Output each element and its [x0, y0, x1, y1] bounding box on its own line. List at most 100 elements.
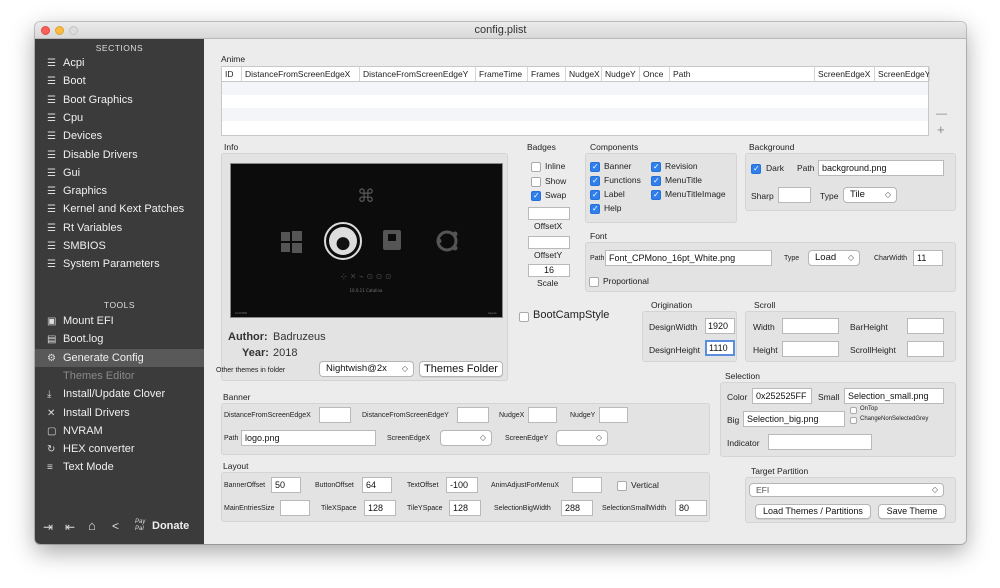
buttonoffset-field[interactable]: 64	[362, 477, 392, 493]
home-icon[interactable]: ⌂	[88, 518, 96, 533]
proportional-checkbox[interactable]	[589, 277, 599, 287]
sidebar-item-disable-drivers[interactable]: ☰ Disable Drivers	[47, 146, 138, 164]
inline-checkbox[interactable]	[531, 162, 541, 172]
title-bar[interactable]: config.plist	[35, 22, 966, 39]
banneroffset-field[interactable]: 50	[271, 477, 301, 493]
sharp-field[interactable]	[778, 187, 811, 203]
sidebar-item-boot-graphics[interactable]: ☰ Boot Graphics	[47, 91, 133, 109]
sidebar-item-boot-log[interactable]: ▤ Boot.log	[47, 330, 103, 348]
change-grey-checkbox[interactable]	[850, 417, 857, 424]
table-row[interactable]	[222, 108, 928, 121]
dark-checkbox[interactable]	[751, 164, 761, 174]
barheight-field[interactable]	[907, 318, 944, 334]
selbig-field[interactable]: 288	[561, 500, 593, 516]
sel-small-field[interactable]: Selection_small.png	[844, 388, 944, 404]
column-header[interactable]: DistanceFromScreenEdgeX	[242, 67, 360, 81]
sidebar-item-rt-variables[interactable]: ☰ Rt Variables	[47, 219, 122, 237]
scale-field[interactable]: 16	[528, 264, 570, 277]
tilex-field[interactable]: 128	[364, 500, 396, 516]
font-type-select[interactable]: Load ◇	[808, 250, 860, 266]
column-header[interactable]: Path	[670, 67, 815, 81]
sidebar-item-graphics[interactable]: ☰ Graphics	[47, 182, 107, 200]
add-row-button[interactable]: +	[937, 122, 945, 137]
component-checkbox[interactable]	[590, 176, 600, 186]
tiley-field[interactable]: 128	[449, 500, 481, 516]
scrollheight-field[interactable]	[907, 341, 944, 357]
sidebar-item-smbios[interactable]: ☰ SMBIOS	[47, 237, 106, 255]
sidebar-item-cpu[interactable]: ☰ Cpu	[47, 109, 83, 127]
component-checkbox[interactable]	[651, 162, 661, 172]
partition-select[interactable]: EFI ◇	[749, 483, 944, 497]
sidebar-item-gui[interactable]: ☰ Gui	[47, 164, 80, 182]
component-checkbox[interactable]	[590, 162, 600, 172]
sidebar-item-mount-efi[interactable]: ▣ Mount EFI	[47, 312, 114, 330]
banner-dx-field[interactable]	[319, 407, 351, 423]
charwidth-field[interactable]: 11	[913, 250, 943, 266]
sidebar-item-kernel-and-kext-patches[interactable]: ☰ Kernel and Kext Patches	[47, 200, 184, 218]
column-header[interactable]: FrameTime	[476, 67, 528, 81]
close-button[interactable]	[41, 26, 50, 35]
save-theme-button[interactable]: Save Theme	[878, 504, 946, 519]
offsetx-field[interactable]	[528, 207, 570, 220]
textoffset-field[interactable]: -100	[446, 477, 478, 493]
import-icon[interactable]: ⇤	[65, 520, 75, 534]
banner-sey-select[interactable]: ◇	[556, 430, 608, 446]
theme-select[interactable]: Nightwish@2x ◇	[319, 361, 414, 377]
design-width-field[interactable]: 1920	[705, 318, 735, 334]
vertical-checkbox[interactable]	[617, 481, 627, 491]
component-checkbox[interactable]	[651, 190, 661, 200]
design-height-field[interactable]: 1110	[705, 340, 735, 356]
sidebar-item-install-update-clover[interactable]: ⤓ Install/Update Clover	[47, 385, 165, 403]
column-header[interactable]: Frames	[528, 67, 566, 81]
sidebar-item-acpi[interactable]: ☰ Acpi	[47, 54, 84, 72]
mainentries-field[interactable]	[280, 500, 310, 516]
sidebar-item-nvram[interactable]: ▢ NVRAM	[47, 422, 103, 440]
sel-color-field[interactable]: 0x252525FF	[752, 388, 812, 404]
load-themes-button[interactable]: Load Themes / Partitions	[755, 504, 871, 519]
sidebar-item-devices[interactable]: ☰ Devices	[47, 127, 102, 145]
scroll-width-field[interactable]	[782, 318, 839, 334]
column-header[interactable]: ID	[222, 67, 242, 81]
sidebar-item-themes-editor[interactable]: Themes Editor	[47, 367, 135, 385]
anime-table[interactable]	[221, 82, 929, 136]
offsety-field[interactable]	[528, 236, 570, 249]
sidebar-item-text-mode[interactable]: ≡ Text Mode	[47, 458, 114, 476]
font-path-field[interactable]: Font_CPMono_16pt_White.png	[605, 250, 772, 266]
zoom-button[interactable]	[69, 26, 78, 35]
minimize-button[interactable]	[55, 26, 64, 35]
remove-row-button[interactable]: —	[936, 108, 947, 120]
column-header[interactable]: ScreenEdgeY	[875, 67, 930, 81]
column-header[interactable]: ScreenEdgeX	[815, 67, 875, 81]
selsmall-field[interactable]: 80	[675, 500, 707, 516]
sidebar-item-install-drivers[interactable]: ✕ Install Drivers	[47, 404, 130, 422]
banner-path-field[interactable]: logo.png	[241, 430, 376, 446]
component-checkbox[interactable]	[590, 190, 600, 200]
swap-checkbox[interactable]	[531, 191, 541, 201]
ontop-checkbox[interactable]	[850, 407, 857, 414]
banner-sex-select[interactable]: ◇	[440, 430, 492, 446]
component-checkbox[interactable]	[651, 176, 661, 186]
animadjust-field[interactable]	[572, 477, 602, 493]
bg-path-field[interactable]: background.png	[818, 160, 944, 176]
sidebar-item-generate-config[interactable]: ⚙ Generate Config	[47, 349, 144, 367]
share-icon[interactable]: <	[112, 519, 119, 533]
table-row[interactable]	[222, 82, 928, 95]
bootcamp-checkbox[interactable]	[519, 312, 529, 322]
sidebar-item-hex-converter[interactable]: ↻ HEX converter	[47, 440, 135, 458]
donate-button[interactable]: Donate	[152, 520, 189, 532]
show-checkbox[interactable]	[531, 177, 541, 187]
scroll-height-field[interactable]	[782, 341, 839, 357]
banner-ny-field[interactable]	[599, 407, 628, 423]
banner-nx-field[interactable]	[528, 407, 557, 423]
sidebar-item-system-parameters[interactable]: ☰ System Parameters	[47, 255, 160, 273]
sidebar-item-boot[interactable]: ☰ Boot	[47, 72, 86, 90]
column-header[interactable]: DistanceFromScreenEdgeY	[360, 67, 476, 81]
themes-folder-button[interactable]: Themes Folder	[419, 361, 503, 377]
component-checkbox[interactable]	[590, 204, 600, 214]
export-icon[interactable]: ⇥	[43, 520, 53, 534]
column-header[interactable]: NudgeX	[566, 67, 602, 81]
sel-big-field[interactable]: Selection_big.png	[743, 411, 845, 427]
column-header[interactable]: Once	[640, 67, 670, 81]
bg-type-select[interactable]: Tile ◇	[843, 187, 897, 203]
indicator-field[interactable]	[768, 434, 872, 450]
